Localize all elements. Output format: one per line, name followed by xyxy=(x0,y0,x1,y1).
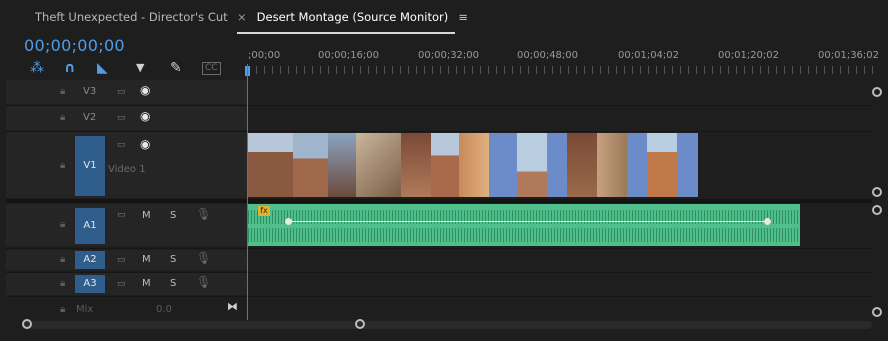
track-divider xyxy=(6,272,872,273)
track-target-a2[interactable]: A2 xyxy=(75,251,105,269)
video-audio-divider xyxy=(6,199,872,203)
volume-rubber-band[interactable] xyxy=(288,221,768,222)
tab-desert-montage[interactable]: × Desert Montage (Source Monitor) ≡ xyxy=(237,0,468,34)
clip-thumbnail xyxy=(431,133,459,197)
zoom-scrollbar-right-handle[interactable] xyxy=(355,319,365,329)
microphone-icon[interactable]: 🎙︎ xyxy=(196,207,211,221)
active-tab-underline xyxy=(237,32,455,34)
track-header-v3 xyxy=(6,80,248,104)
clip-thumbnail xyxy=(627,133,647,197)
ruler-tick: 00;01;04;02 xyxy=(618,50,680,61)
zoom-scrollbar-left-handle[interactable] xyxy=(22,319,32,329)
clip-thumbnail xyxy=(489,133,517,197)
playhead-line[interactable] xyxy=(247,64,248,320)
fx-badge: fx xyxy=(258,206,270,216)
clip-thumbnail xyxy=(677,133,698,197)
clip-thumbnail xyxy=(328,133,356,197)
track-header-v2 xyxy=(6,106,248,130)
eye-icon[interactable]: ◉ xyxy=(140,83,150,97)
video-scroll-handle[interactable] xyxy=(872,87,882,97)
sync-lock-icon[interactable]: ▭ xyxy=(117,255,126,265)
track-divider xyxy=(6,248,872,249)
track-header-a1 xyxy=(6,204,248,246)
tab-sequence-inactive[interactable]: Theft Unexpected - Director's Cut xyxy=(35,0,228,34)
audio-clip-a1[interactable]: fx xyxy=(248,204,800,246)
track-divider xyxy=(6,296,872,297)
microphone-icon[interactable]: 🎙︎ xyxy=(196,275,211,289)
sync-lock-icon[interactable]: ▭ xyxy=(117,113,126,123)
keyframe-icon[interactable] xyxy=(285,218,292,225)
keyframe-icon[interactable] xyxy=(764,218,771,225)
track-target-a1[interactable]: A1 xyxy=(75,208,105,244)
clip-thumbnail xyxy=(517,133,547,197)
eye-icon[interactable]: ◉ xyxy=(140,109,150,123)
audio-scroll-handle[interactable] xyxy=(872,205,882,215)
close-icon[interactable]: × xyxy=(237,10,247,24)
lock-icon[interactable]: 🔒︎ xyxy=(60,219,65,230)
audio-waveform xyxy=(248,228,800,242)
time-ruler[interactable] xyxy=(248,66,878,74)
mute-button[interactable]: M xyxy=(142,254,151,265)
clip-thumbnail xyxy=(597,133,627,197)
playhead-timecode[interactable]: 00;00;00;00 xyxy=(24,36,125,55)
go-to-end-icon[interactable]: ⧓ xyxy=(227,300,238,313)
mute-button[interactable]: M xyxy=(142,278,151,289)
clip-thumbnail xyxy=(356,133,401,197)
clip-thumbnail xyxy=(547,133,567,197)
clip-thumbnail xyxy=(248,133,293,197)
microphone-icon[interactable]: 🎙︎ xyxy=(196,251,211,265)
clip-thumbnail xyxy=(459,133,489,197)
lock-icon[interactable]: 🔒︎ xyxy=(60,86,65,97)
tab-label: Desert Montage (Source Monitor) xyxy=(256,10,449,24)
add-marker-icon[interactable]: ◣ xyxy=(97,60,108,76)
track-label-v2: V2 xyxy=(83,112,97,123)
clip-thumbnail xyxy=(647,133,677,197)
lock-icon[interactable]: 🔒︎ xyxy=(60,112,65,123)
track-header-mix xyxy=(6,299,248,319)
solo-button[interactable]: S xyxy=(170,254,176,265)
captions-icon[interactable]: CC xyxy=(202,62,221,75)
track-divider xyxy=(6,131,872,132)
eye-icon[interactable]: ◉ xyxy=(140,137,150,151)
audio-scroll-handle[interactable] xyxy=(872,307,882,317)
menu-icon[interactable]: ≡ xyxy=(458,10,468,24)
clip-thumbnail xyxy=(293,133,328,197)
linked-selection-icon[interactable]: ∩ xyxy=(64,60,75,76)
sync-lock-icon[interactable]: ▭ xyxy=(117,210,126,220)
ruler-tick: 00;00;32;00 xyxy=(418,50,480,61)
wrench-icon[interactable]: ✎ xyxy=(170,60,182,76)
ruler-tick: ;00;00 xyxy=(248,50,281,61)
lock-icon[interactable]: 🔒︎ xyxy=(60,160,65,171)
ruler-tick: 00;01;36;02 xyxy=(818,50,880,61)
video-scroll-handle[interactable] xyxy=(872,187,882,197)
track-header-a2 xyxy=(6,250,248,270)
track-name-v1: Video 1 xyxy=(108,164,146,175)
lock-icon: 🔒︎ xyxy=(60,304,66,315)
ruler-tick: 00;00;16;00 xyxy=(318,50,380,61)
zoom-scrollbar[interactable] xyxy=(22,321,872,329)
lock-icon[interactable]: 🔒︎ xyxy=(60,278,65,289)
sync-lock-icon[interactable]: ▭ xyxy=(117,140,126,150)
solo-button[interactable]: S xyxy=(170,210,176,221)
track-divider xyxy=(6,105,872,106)
sync-lock-icon[interactable]: ▭ xyxy=(117,279,126,289)
marker-icon[interactable]: ▼ xyxy=(136,60,144,76)
solo-button[interactable]: S xyxy=(170,278,176,289)
sync-lock-icon[interactable]: ▭ xyxy=(117,87,126,97)
ruler-tick: 00;01;20;02 xyxy=(718,50,780,61)
mute-button[interactable]: M xyxy=(142,210,151,221)
mix-label: Mix xyxy=(76,304,94,315)
track-target-v1[interactable]: V1 xyxy=(75,136,105,196)
mix-value[interactable]: 0.0 xyxy=(156,304,172,315)
video-clip-strip[interactable] xyxy=(248,133,698,197)
track-target-a3[interactable]: A3 xyxy=(75,275,105,293)
track-header-a3 xyxy=(6,273,248,295)
lock-icon[interactable]: 🔒︎ xyxy=(60,254,65,265)
snap-icon[interactable]: ⁂ xyxy=(30,60,44,76)
clip-thumbnail xyxy=(567,133,597,197)
track-label-v3: V3 xyxy=(83,86,97,97)
clip-thumbnail xyxy=(401,133,431,197)
ruler-tick: 00;00;48;00 xyxy=(517,50,579,61)
